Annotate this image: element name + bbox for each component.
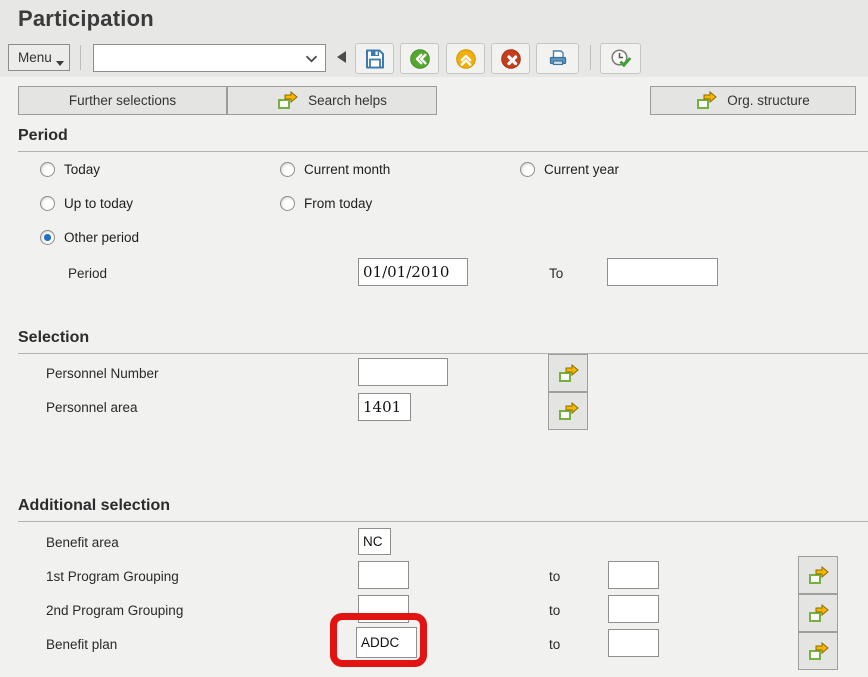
radio-circle[interactable] — [40, 162, 55, 177]
benefit-plan-label: Benefit plan — [46, 637, 118, 652]
radio-label: Other period — [64, 230, 140, 245]
benefit-plan-to-label: to — [549, 637, 561, 652]
title-bar: Participation Menu — [0, 0, 868, 77]
benefit-plan-from-input[interactable] — [356, 627, 417, 658]
benefit-area-input[interactable] — [358, 528, 391, 555]
radio-circle[interactable] — [520, 162, 535, 177]
personnel-area-label: Personnel area — [46, 400, 138, 415]
exit-button[interactable] — [446, 43, 485, 74]
save-icon — [365, 49, 384, 68]
personnel-number-input[interactable] — [358, 358, 448, 386]
radio-up-to-today[interactable]: Up to today — [40, 196, 133, 211]
multiselect-arrow-icon — [558, 401, 579, 420]
radio-circle[interactable] — [280, 196, 295, 211]
cancel-icon — [500, 48, 521, 69]
multiselect-arrow-icon — [808, 603, 829, 622]
first-program-grouping-to-input[interactable] — [608, 561, 659, 589]
further-selections-label: Further selections — [68, 93, 177, 108]
further-selections-button[interactable]: Further selections — [18, 86, 227, 115]
search-helps-button[interactable]: Search helps — [227, 86, 437, 115]
menu-dropdown-icon — [56, 61, 64, 66]
org-structure-button[interactable]: Org. structure — [650, 86, 856, 115]
second-program-grouping-from-input[interactable] — [358, 595, 409, 623]
section-divider — [18, 151, 868, 152]
cancel-button[interactable] — [491, 43, 530, 74]
personnel-number-multiselect-button[interactable] — [548, 354, 588, 392]
multiselect-arrow-icon — [558, 363, 579, 382]
first-program-grouping-to-label: to — [549, 569, 561, 584]
section-divider — [18, 353, 868, 354]
section-title-selection: Selection — [18, 329, 90, 346]
radio-current-year[interactable]: Current year — [520, 162, 619, 177]
personnel-area-input[interactable] — [358, 393, 411, 421]
section-title-additional-selection: Additional selection — [18, 497, 171, 514]
benefit-plan-to-input[interactable] — [608, 629, 659, 657]
radio-today[interactable]: Today — [40, 162, 100, 177]
benefit-area-label: Benefit area — [46, 535, 119, 550]
exit-up-icon — [455, 48, 476, 69]
back-icon — [409, 48, 430, 69]
second-program-grouping-to-label: to — [549, 603, 561, 618]
check-button[interactable] — [600, 43, 641, 74]
period-to-label: To — [549, 266, 564, 281]
collapse-toolbar-button[interactable] — [337, 51, 346, 63]
second-program-grouping-to-input[interactable] — [608, 595, 659, 623]
radio-label: Current month — [304, 162, 391, 177]
menu-button-label: Menu — [18, 50, 52, 65]
period-field-label: Period — [68, 266, 108, 281]
period-to-input[interactable] — [607, 258, 718, 286]
radio-circle[interactable] — [280, 162, 295, 177]
personnel-area-multiselect-button[interactable] — [548, 392, 588, 430]
personnel-number-label: Personnel Number — [46, 366, 159, 381]
radio-other-period[interactable]: Other period — [40, 230, 139, 245]
second-program-grouping-multiselect-button[interactable] — [798, 594, 838, 632]
org-structure-label: Org. structure — [727, 93, 810, 108]
first-program-grouping-from-input[interactable] — [358, 561, 409, 589]
first-program-grouping-label: 1st Program Grouping — [46, 569, 179, 584]
search-helps-label: Search helps — [308, 93, 387, 108]
print-button[interactable] — [536, 43, 579, 74]
back-button[interactable] — [400, 43, 439, 74]
section-divider — [18, 521, 868, 522]
command-input[interactable] — [96, 47, 300, 71]
radio-current-month[interactable]: Current month — [280, 162, 390, 177]
command-field — [93, 44, 326, 72]
section-title-period: Period — [18, 127, 68, 144]
radio-from-today[interactable]: From today — [280, 196, 372, 211]
multiselect-arrow-icon — [808, 565, 829, 584]
radio-label: Current year — [544, 162, 620, 177]
toolbar-separator — [80, 45, 81, 70]
multiselect-arrow-icon — [697, 91, 718, 109]
radio-label: Up to today — [64, 196, 134, 211]
menu-button[interactable]: Menu — [8, 44, 70, 71]
radio-circle[interactable] — [40, 230, 55, 245]
radio-label: From today — [304, 196, 373, 211]
chevron-down-icon[interactable] — [305, 55, 318, 63]
benefit-plan-multiselect-button[interactable] — [798, 632, 838, 670]
second-program-grouping-label: 2nd Program Grouping — [46, 603, 184, 618]
radio-circle[interactable] — [40, 196, 55, 211]
radio-label: Today — [64, 162, 101, 177]
print-icon — [549, 49, 566, 65]
clock-check-icon — [610, 48, 631, 67]
first-program-grouping-multiselect-button[interactable] — [798, 556, 838, 594]
period-from-input[interactable] — [358, 258, 468, 286]
toolbar-separator — [590, 45, 591, 70]
page-title: Participation — [18, 6, 154, 31]
participation-window: Participation Menu Further selections Se… — [0, 0, 868, 677]
multiselect-arrow-icon — [808, 641, 829, 660]
save-button[interactable] — [355, 43, 394, 74]
multiselect-arrow-icon — [278, 91, 298, 109]
